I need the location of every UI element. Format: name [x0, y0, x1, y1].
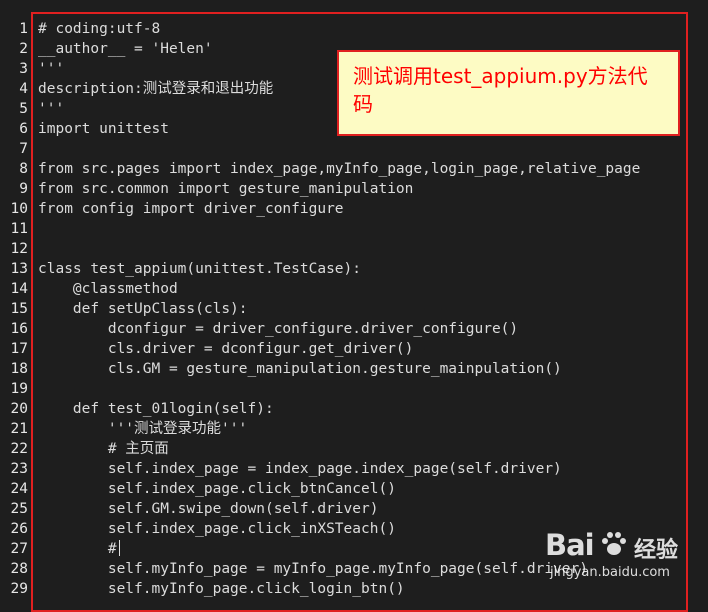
code-text[interactable]: class test_appium(unittest.TestCase):: [38, 259, 361, 279]
code-text[interactable]: cls.GM = gesture_manipulation.gesture_ma…: [38, 359, 562, 379]
baidu-jingyan-watermark: Bai 经验 jingyan.baidu.com: [545, 528, 705, 594]
watermark-url: jingyan.baidu.com: [550, 565, 670, 580]
line-number: 5: [19, 101, 28, 117]
line-number: 3: [19, 61, 28, 77]
line-number: 16: [10, 321, 28, 337]
line-number: 9: [19, 181, 28, 197]
line-number: 26: [10, 521, 28, 537]
code-editor[interactable]: 1 # coding:utf-8 2 __author__ = 'Helen' 3 '''…: [0, 0, 708, 612]
code-text[interactable]: # coding:utf-8: [38, 19, 160, 39]
line-number: 11: [10, 221, 28, 237]
line-number: 29: [10, 581, 28, 597]
line-number: 27: [10, 541, 28, 557]
code-text[interactable]: self.GM.swipe_down(self.driver): [38, 499, 379, 519]
code-text[interactable]: __author__ = 'Helen': [38, 39, 213, 59]
code-text[interactable]: from config import driver_configure: [38, 199, 344, 219]
code-text[interactable]: # 主页面: [38, 439, 169, 459]
code-text[interactable]: self.myInfo_page.click_login_btn(): [38, 579, 405, 599]
line-number: 24: [10, 481, 28, 497]
line-number: 4: [19, 81, 28, 97]
code-text[interactable]: from src.pages import index_page,myInfo_…: [38, 159, 640, 179]
line-number: 17: [10, 341, 28, 357]
line-number: 6: [19, 121, 28, 137]
watermark-logo-text: Bai: [545, 528, 595, 562]
line-number: 18: [10, 361, 28, 377]
line-number: 22: [10, 441, 28, 457]
line-number: 28: [10, 561, 28, 577]
code-text[interactable]: self.index_page.click_inXSTeach(): [38, 519, 396, 539]
annotation-callout: 测试调用test_appium.py方法代码: [337, 50, 680, 136]
paw-icon: [602, 532, 626, 555]
text-cursor: [118, 540, 120, 556]
line-number: 13: [10, 261, 28, 277]
code-text[interactable]: from src.common import gesture_manipulat…: [38, 179, 413, 199]
line-number: 2: [19, 41, 28, 57]
code-text[interactable]: def test_01login(self):: [38, 399, 274, 419]
line-number: 8: [19, 161, 28, 177]
code-text[interactable]: import unittest: [38, 119, 169, 139]
code-text[interactable]: ''': [38, 99, 64, 119]
code-text[interactable]: def setUpClass(cls):: [38, 299, 248, 319]
line-number: 15: [10, 301, 28, 317]
annotation-text: 测试调用test_appium.py方法代码: [353, 64, 648, 116]
code-text[interactable]: cls.driver = dconfigur.get_driver(): [38, 339, 414, 359]
code-text[interactable]: dconfigur = driver_configure.driver_conf…: [38, 319, 518, 339]
line-number: 19: [10, 381, 28, 397]
code-text[interactable]: description:测试登录和退出功能: [38, 79, 273, 99]
line-number: 21: [10, 421, 28, 437]
line-number: 23: [10, 461, 28, 477]
code-text[interactable]: @classmethod: [38, 279, 178, 299]
watermark-jingyan-text: 经验: [634, 538, 679, 563]
code-text[interactable]: ''': [38, 59, 64, 79]
line-number: 1: [19, 21, 28, 37]
line-number: 20: [10, 401, 28, 417]
line-number: 14: [10, 281, 28, 297]
code-text[interactable]: self.index_page.click_btnCancel(): [38, 479, 396, 499]
code-text[interactable]: #: [38, 539, 120, 559]
code-text[interactable]: self.index_page = index_page.index_page(…: [38, 459, 562, 479]
code-text[interactable]: self.myInfo_page = myInfo_page.myInfo_pa…: [38, 559, 588, 579]
line-number: 7: [19, 141, 28, 157]
line-number: 12: [10, 241, 28, 257]
code-text[interactable]: '''测试登录功能''': [38, 419, 247, 439]
line-number: 25: [10, 501, 28, 517]
line-number: 10: [10, 201, 28, 217]
